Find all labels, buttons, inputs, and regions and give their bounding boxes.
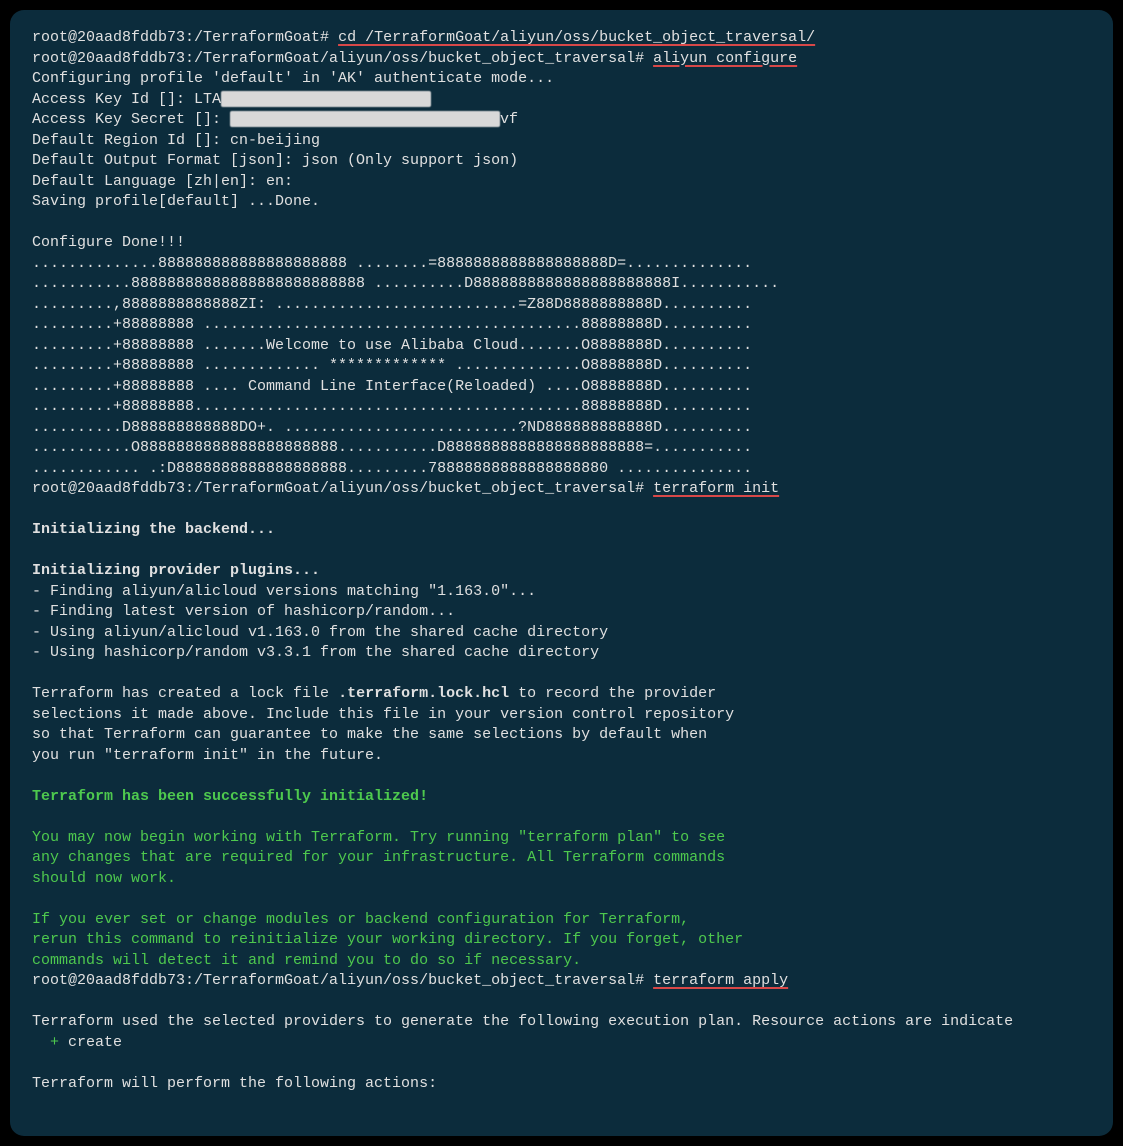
prompt: root@20aad8fddb73:/TerraformGoat/aliyun/… [32, 480, 653, 497]
blank-line [32, 541, 1091, 562]
blank-line [32, 992, 1091, 1013]
output-line: so that Terraform can guarantee to make … [32, 725, 1091, 746]
command-terraform-init: terraform init [653, 480, 779, 497]
command-terraform-apply: terraform apply [653, 972, 788, 989]
ascii-art: ..............888888888888888888888 ....… [32, 254, 1091, 275]
command-aliyun-configure: aliyun configure [653, 50, 797, 67]
redacted-block: xxxxxxxxxxxxxxxxxxxx [221, 91, 431, 107]
output-line: any changes that are required for your i… [32, 848, 1091, 869]
command-cd: cd /TerraformGoat/aliyun/oss/bucket_obje… [338, 29, 815, 46]
ascii-art: .........,8888888888888ZI: .............… [32, 295, 1091, 316]
redacted-block: xxxxxxxxxxxxxxxxxxxxxxxxxx [230, 111, 500, 127]
output-line: - Finding latest version of hashicorp/ra… [32, 602, 1091, 623]
prompt-line-4: root@20aad8fddb73:/TerraformGoat/aliyun/… [32, 971, 1091, 992]
output-line: Initializing provider plugins... [32, 561, 1091, 582]
output-line: + create [32, 1033, 1091, 1054]
success-line: Terraform has been successfully initiali… [32, 787, 1091, 808]
output-line: should now work. [32, 869, 1091, 890]
output-line: You may now begin working with Terraform… [32, 828, 1091, 849]
output-line: Saving profile[default] ...Done. [32, 192, 1091, 213]
output-access-key-secret: Access Key Secret []: xxxxxxxxxxxxxxxxxx… [32, 110, 1091, 131]
output-line: Configure Done!!! [32, 233, 1091, 254]
blank-line [32, 1053, 1091, 1074]
output-line: rerun this command to reinitialize your … [32, 930, 1091, 951]
output-line: - Using hashicorp/random v3.3.1 from the… [32, 643, 1091, 664]
ascii-art: ...........O8888888888888888888888......… [32, 438, 1091, 459]
blank-line [32, 213, 1091, 234]
output-line: Default Output Format [json]: json (Only… [32, 151, 1091, 172]
output-line: If you ever set or change modules or bac… [32, 910, 1091, 931]
ascii-art: .........+88888888......................… [32, 397, 1091, 418]
prompt: root@20aad8fddb73:/TerraformGoat# [32, 29, 338, 46]
ascii-art: .........+88888888 .....................… [32, 315, 1091, 336]
ascii-art: .........+88888888 .......Welcome to use… [32, 336, 1091, 357]
blank-line [32, 766, 1091, 787]
ascii-art: ...........88888888888888888888888888 ..… [32, 274, 1091, 295]
output-line: Terraform will perform the following act… [32, 1074, 1091, 1095]
output-line: Terraform has created a lock file .terra… [32, 684, 1091, 705]
output-line: - Using aliyun/alicloud v1.163.0 from th… [32, 623, 1091, 644]
output-line: Initializing the backend... [32, 520, 1091, 541]
output-line: Configuring profile 'default' in 'AK' au… [32, 69, 1091, 90]
prompt: root@20aad8fddb73:/TerraformGoat/aliyun/… [32, 972, 653, 989]
terminal-window[interactable]: root@20aad8fddb73:/TerraformGoat# cd /Te… [10, 10, 1113, 1136]
ascii-art: ............ .:D8888888888888888888.....… [32, 459, 1091, 480]
prompt-line-2: root@20aad8fddb73:/TerraformGoat/aliyun/… [32, 49, 1091, 70]
blank-line [32, 889, 1091, 910]
ascii-art: .........+88888888 ............. *******… [32, 356, 1091, 377]
prompt-line-1: root@20aad8fddb73:/TerraformGoat# cd /Te… [32, 28, 1091, 49]
blank-line [32, 807, 1091, 828]
output-line: selections it made above. Include this f… [32, 705, 1091, 726]
output-line: you run "terraform init" in the future. [32, 746, 1091, 767]
blank-line [32, 500, 1091, 521]
ascii-art: .........+88888888 .... Command Line Int… [32, 377, 1091, 398]
prompt: root@20aad8fddb73:/TerraformGoat/aliyun/… [32, 50, 653, 67]
output-line: Default Region Id []: cn-beijing [32, 131, 1091, 152]
output-line: commands will detect it and remind you t… [32, 951, 1091, 972]
output-line: Default Language [zh|en]: en: [32, 172, 1091, 193]
output-line: - Finding aliyun/alicloud versions match… [32, 582, 1091, 603]
prompt-line-3: root@20aad8fddb73:/TerraformGoat/aliyun/… [32, 479, 1091, 500]
output-line: Terraform used the selected providers to… [32, 1012, 1091, 1033]
ascii-art: ..........D888888888888DO+. ............… [32, 418, 1091, 439]
output-access-key-id: Access Key Id []: LTAxxxxxxxxxxxxxxxxxxx… [32, 90, 1091, 111]
blank-line [32, 664, 1091, 685]
